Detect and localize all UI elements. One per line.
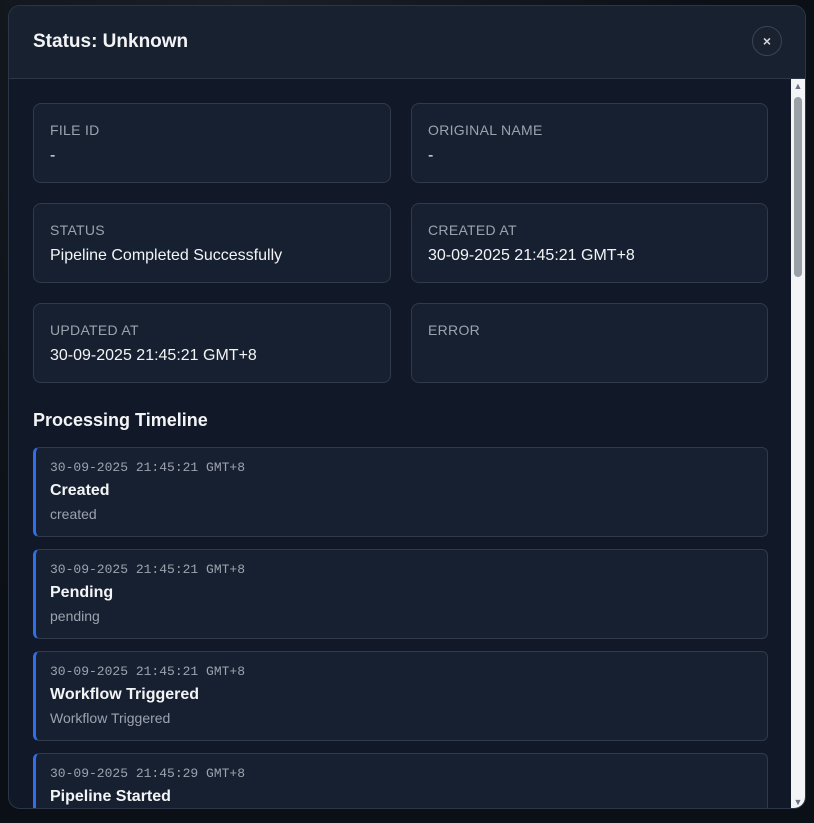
timeline-time: 30-09-2025 21:45:29 GMT+8 — [50, 766, 246, 781]
info-label: UPDATED AT — [50, 322, 139, 338]
close-button[interactable]: × — [752, 26, 782, 56]
scroll-up-icon[interactable]: ▲ — [791, 79, 805, 93]
updated-at-value: 30-09-2025 21:45:21 GMT+8 — [50, 347, 257, 364]
modal-title: Status: Unknown — [33, 31, 189, 52]
status-value: Pipeline Completed Successfully — [50, 247, 283, 264]
timeline-event: Pending — [50, 584, 114, 601]
scroll-thumb[interactable] — [794, 97, 802, 277]
timeline-time: 30-09-2025 21:45:21 GMT+8 — [50, 562, 246, 577]
modal-body[interactable]: FILE ID - ORIGINAL NAME - STATUS Pipelin… — [9, 79, 793, 808]
info-label: CREATED AT — [428, 222, 517, 238]
timeline-time: 30-09-2025 21:45:21 GMT+8 — [50, 664, 246, 679]
original-name-card: ORIGINAL NAME - — [411, 103, 768, 183]
error-card: ERROR — [411, 303, 768, 383]
created-at-card: CREATED AT 30-09-2025 21:45:21 GMT+8 — [411, 203, 768, 283]
timeline-item: 30-09-2025 21:45:29 GMT+8 Pipeline Start… — [33, 753, 768, 808]
info-label: FILE ID — [50, 122, 100, 138]
timeline-title: Processing Timeline — [33, 410, 208, 430]
file-id-card: FILE ID - — [33, 103, 391, 183]
info-label: ORIGINAL NAME — [428, 122, 543, 138]
close-icon: × — [762, 33, 772, 49]
file-id-value: - — [50, 147, 56, 164]
processing-timeline: 30-09-2025 21:45:21 GMT+8 Created create… — [33, 447, 768, 808]
timeline-event: Pipeline Started — [50, 788, 171, 805]
timeline-event: Created — [50, 482, 110, 499]
error-value — [428, 347, 751, 367]
created-at-value: 30-09-2025 21:45:21 GMT+8 — [428, 247, 635, 264]
info-label: ERROR — [428, 322, 481, 338]
modal-header: Status: Unknown × — [9, 6, 805, 79]
timeline-item: 30-09-2025 21:45:21 GMT+8 Created create… — [33, 447, 768, 537]
timeline-event: Workflow Triggered — [50, 686, 200, 703]
info-grid: FILE ID - ORIGINAL NAME - STATUS Pipelin… — [33, 103, 768, 383]
status-modal: Status: Unknown × FILE ID - ORIGINAL NAM… — [8, 5, 806, 809]
info-label: STATUS — [50, 222, 105, 238]
timeline-item: 30-09-2025 21:45:21 GMT+8 Pending pendin… — [33, 549, 768, 639]
updated-at-card: UPDATED AT 30-09-2025 21:45:21 GMT+8 — [33, 303, 391, 383]
vertical-scrollbar[interactable]: ▲ ▼ — [791, 79, 805, 808]
timeline-detail: pending — [50, 608, 100, 624]
scroll-down-icon[interactable]: ▼ — [791, 795, 805, 808]
status-card: STATUS Pipeline Completed Successfully — [33, 203, 391, 283]
timeline-detail: created — [50, 506, 97, 522]
timeline-time: 30-09-2025 21:45:21 GMT+8 — [50, 460, 246, 475]
timeline-detail: Workflow Triggered — [50, 710, 171, 726]
original-name-value: - — [428, 147, 434, 164]
timeline-item: 30-09-2025 21:45:21 GMT+8 Workflow Trigg… — [33, 651, 768, 741]
